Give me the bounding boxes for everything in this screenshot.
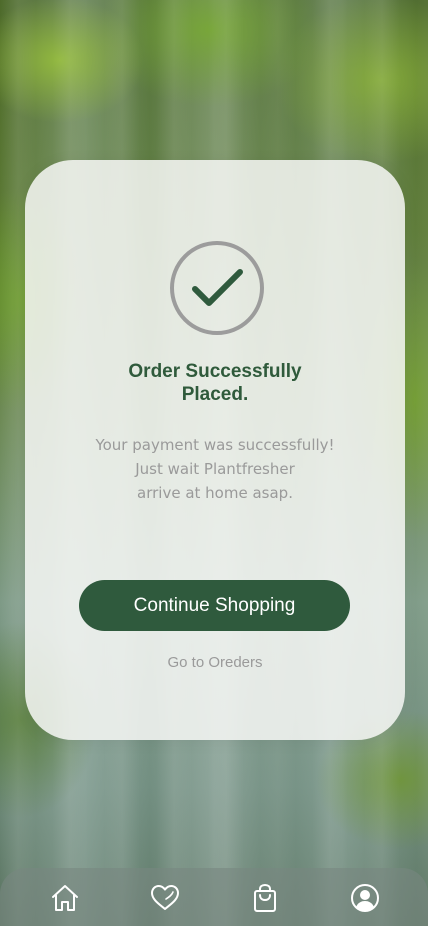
profile-icon: [351, 884, 379, 912]
success-title-line2: Placed.: [181, 384, 249, 405]
go-to-orders-link[interactable]: Go to Oreders: [115, 654, 315, 671]
success-message-line2: Just wait Plantfresher: [135, 460, 295, 478]
nav-favorites[interactable]: [147, 880, 183, 916]
heart-icon: [151, 885, 179, 910]
success-title-line1: Order Successfully: [128, 361, 302, 382]
home-icon: [52, 885, 78, 911]
bottom-nav-bar: [0, 868, 428, 926]
success-message: Your payment was successfully! Just wait…: [55, 433, 375, 505]
checkmark-icon: [192, 269, 243, 306]
check-circle-icon: [170, 241, 264, 335]
continue-shopping-button[interactable]: Continue Shopping: [79, 580, 350, 631]
nav-cart[interactable]: [247, 880, 283, 916]
nav-home[interactable]: [47, 880, 83, 916]
nav-profile[interactable]: [347, 880, 383, 916]
success-message-line3: arrive at home asap.: [137, 484, 293, 502]
success-title: Order Successfully Placed.: [65, 360, 365, 406]
success-message-line1: Your payment was successfully!: [95, 436, 335, 454]
shopping-bag-icon: [254, 883, 276, 912]
order-success-card: Order Successfully Placed. Your payment …: [25, 160, 405, 740]
